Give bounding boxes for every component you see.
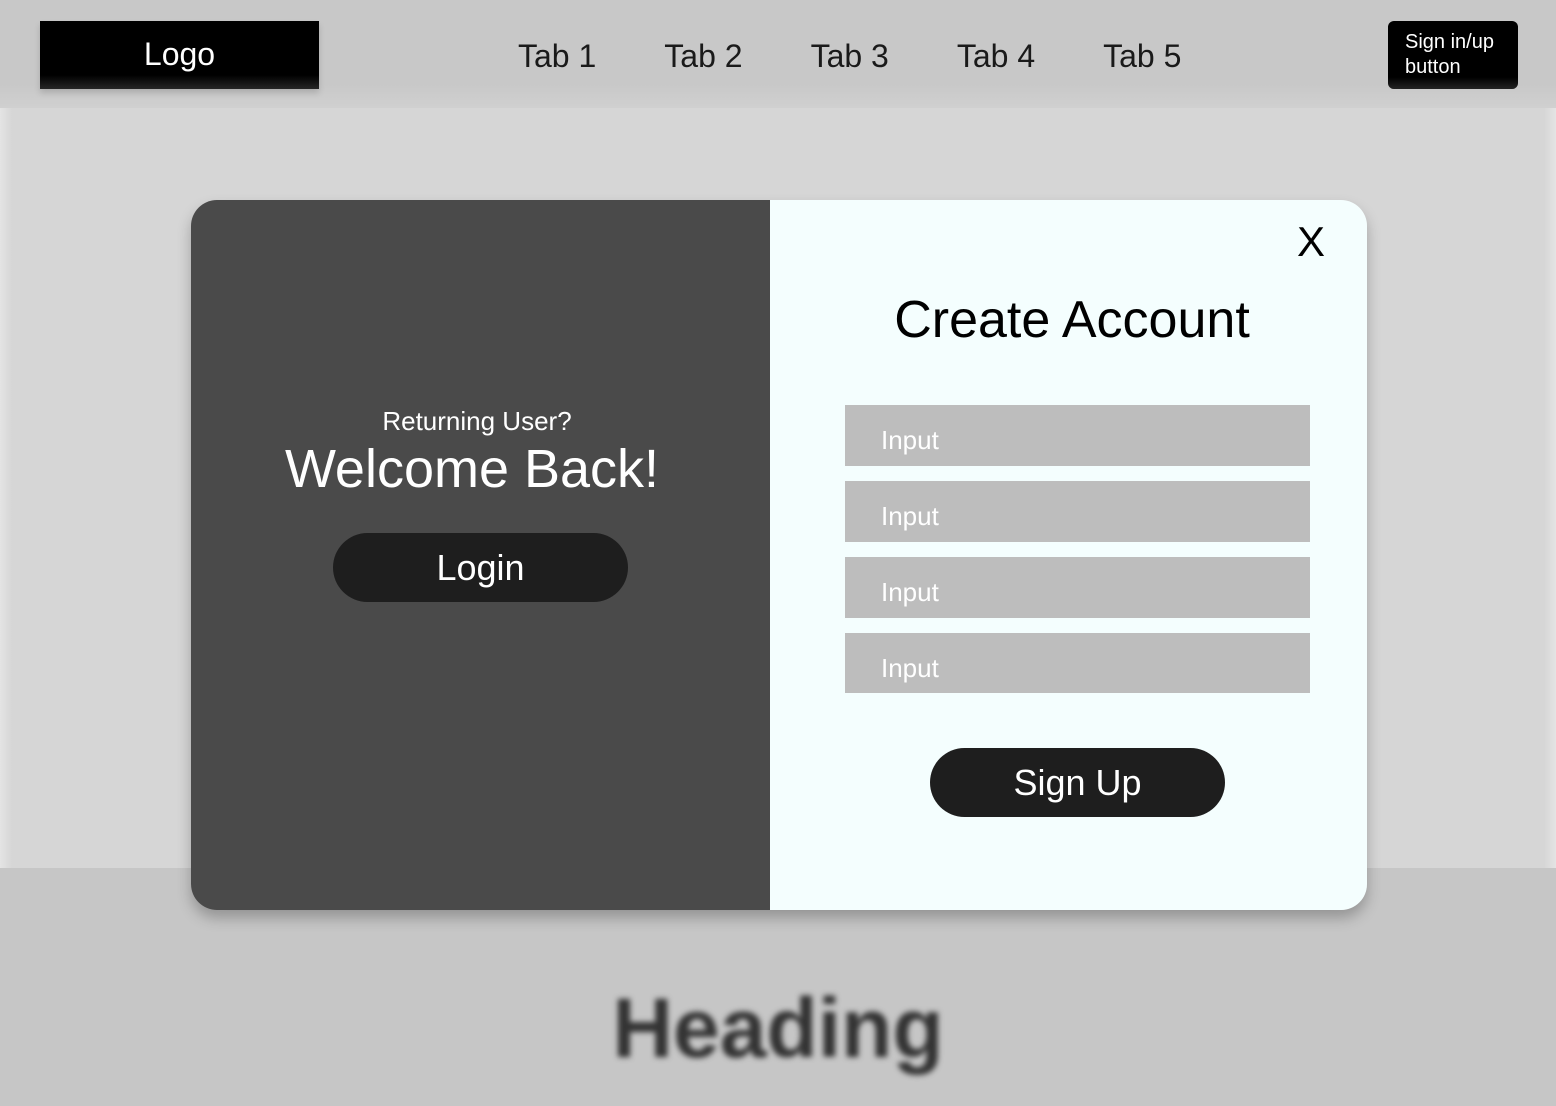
- nav-tabs: Tab 1 Tab 2 Tab 3 Tab 4 Tab 5: [518, 36, 1181, 76]
- tab-3[interactable]: Tab 3: [811, 36, 889, 76]
- signup-input-4[interactable]: [845, 633, 1310, 693]
- login-button[interactable]: Login: [333, 533, 628, 602]
- signup-form: [845, 405, 1310, 708]
- auth-modal: Returning User? Welcome Back! Login X Cr…: [191, 200, 1367, 910]
- background-heading: Heading: [612, 981, 944, 1075]
- tab-1[interactable]: Tab 1: [518, 36, 596, 76]
- sign-in-up-label-line-2: button: [1405, 56, 1461, 78]
- page: Logo Tab 1 Tab 2 Tab 3 Tab 4 Tab 5 Sign …: [0, 0, 1556, 1106]
- create-account-panel: X Create Account Sign Up: [770, 200, 1367, 910]
- tab-5[interactable]: Tab 5: [1103, 36, 1181, 76]
- returning-user-subtitle: Returning User?: [382, 406, 572, 436]
- close-button[interactable]: X: [1297, 220, 1329, 264]
- logo: Logo: [40, 21, 319, 89]
- tab-4[interactable]: Tab 4: [957, 36, 1035, 76]
- sign-in-up-label-line-1: Sign in/up: [1405, 31, 1494, 53]
- sign-in-up-button[interactable]: Sign in/up button: [1388, 21, 1518, 89]
- create-account-title: Create Account: [894, 291, 1250, 349]
- returning-user-panel: Returning User? Welcome Back! Login: [191, 200, 770, 910]
- signup-input-2[interactable]: [845, 481, 1310, 542]
- signup-input-3[interactable]: [845, 557, 1310, 618]
- tab-2[interactable]: Tab 2: [664, 36, 742, 76]
- sign-up-button[interactable]: Sign Up: [930, 748, 1225, 817]
- welcome-back-title: Welcome Back!: [284, 439, 660, 499]
- signup-input-1[interactable]: [845, 405, 1310, 466]
